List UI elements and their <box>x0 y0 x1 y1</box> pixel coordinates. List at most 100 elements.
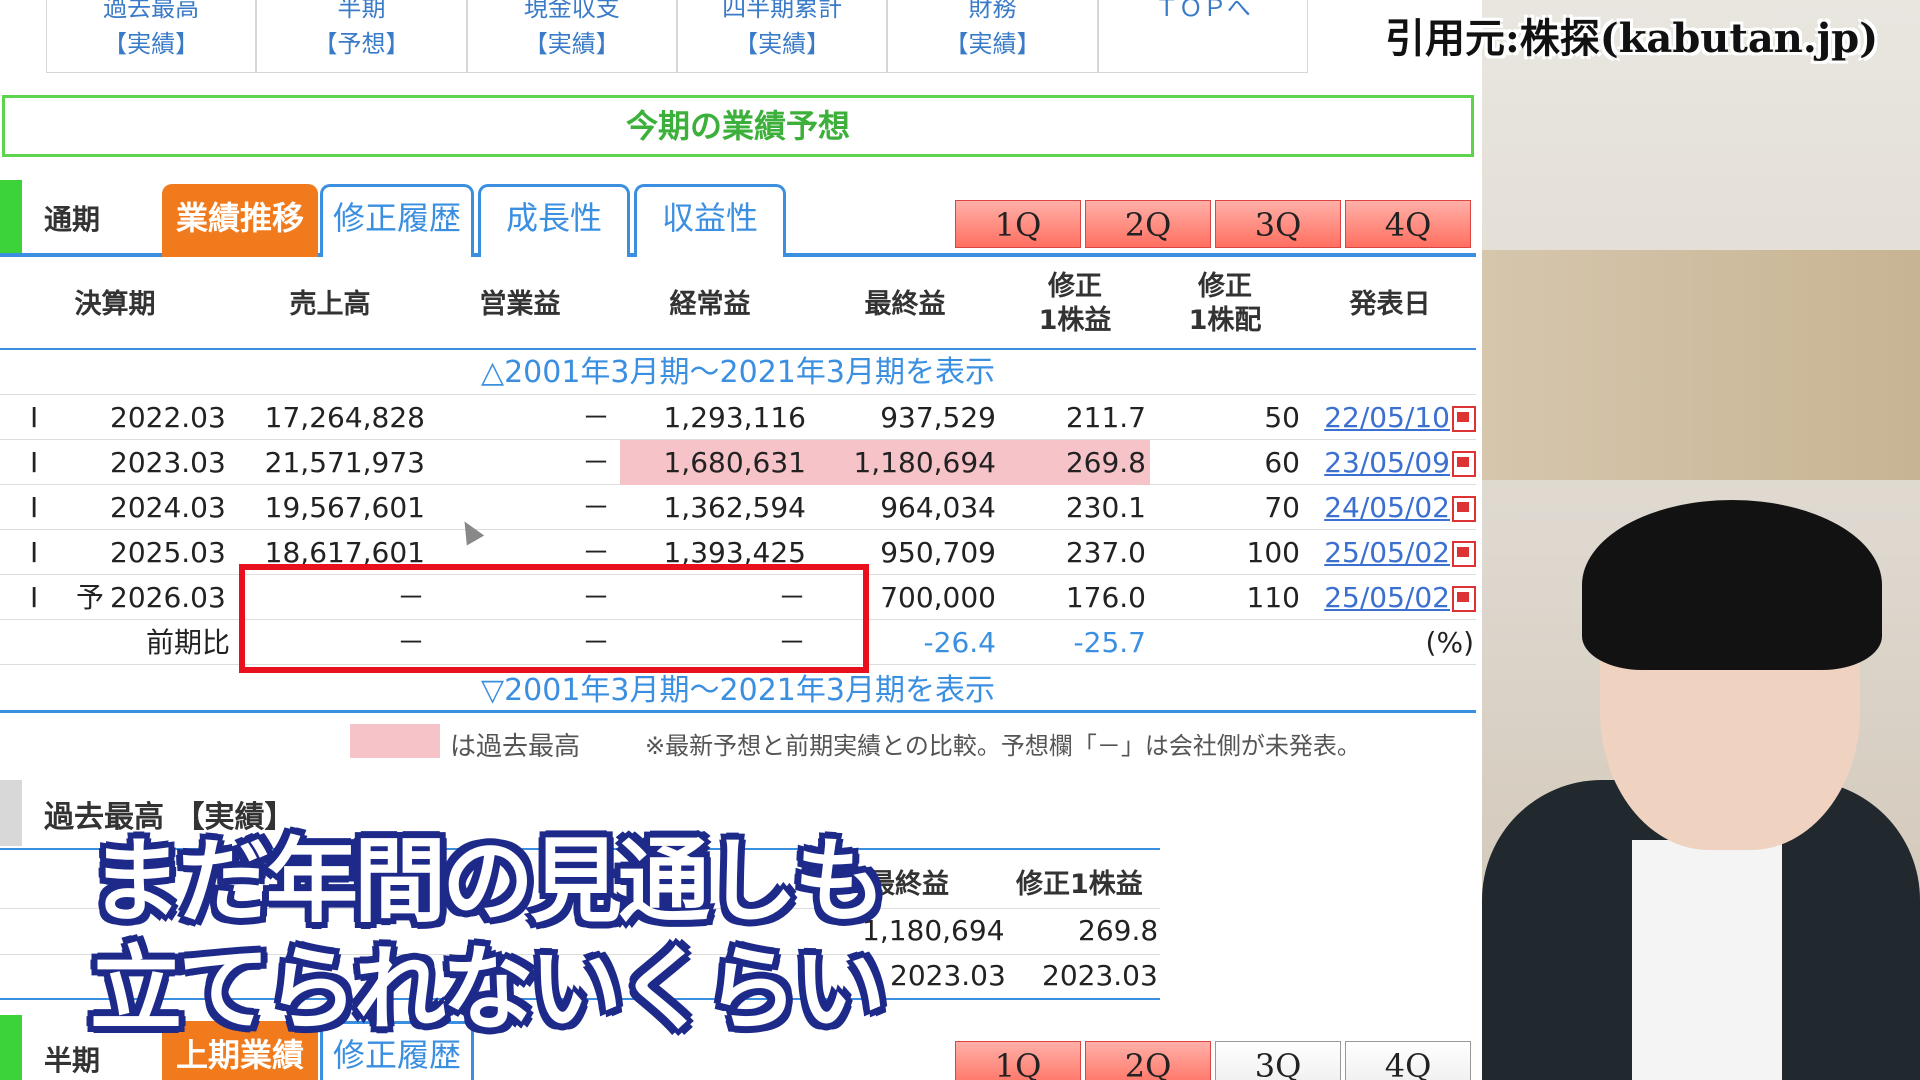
tab-performance-trend[interactable]: 業績推移 <box>162 184 318 257</box>
date-link[interactable]: 25/05/02 <box>1324 536 1450 569</box>
header-eps: 修正 1株益 <box>1038 271 1112 336</box>
row-dividend: 50 <box>1264 401 1300 434</box>
section-marker <box>0 780 22 846</box>
date-link[interactable]: 25/05/02 <box>1324 581 1450 614</box>
row-period: 2022.03 <box>110 401 226 434</box>
row-mark: I <box>30 446 39 479</box>
header-net: 最終益 <box>864 289 946 320</box>
forecast-mark: 予 <box>76 581 105 614</box>
quarter-button-3q[interactable]: 3Q <box>1215 200 1341 248</box>
half-quarter-1q[interactable]: 1Q <box>955 1041 1081 1080</box>
row-date: 25/05/02 <box>1318 575 1476 620</box>
half-quarter-4q[interactable]: 4Q <box>1345 1041 1471 1080</box>
half-label: 半期 <box>44 1044 101 1077</box>
row-date: 25/05/02 <box>1318 530 1476 575</box>
half-quarter-2q[interactable]: 2Q <box>1085 1041 1211 1080</box>
row-period: 2023.03 <box>110 446 226 479</box>
row-dividend: 60 <box>1264 446 1300 479</box>
nav-label: 現金収支 <box>523 0 620 22</box>
record-header-eps: 修正1株益 <box>1016 869 1143 900</box>
header-sales: 売上高 <box>289 289 371 320</box>
top-navigation: 過去最高【実績】 半期 【予想】 現金収支 【実績】 四半期累計【実績】 財務 【実績… <box>46 0 1308 73</box>
legend-text: は過去最高 <box>450 732 581 762</box>
date-link[interactable]: 23/05/09 <box>1324 446 1450 479</box>
nav-sublabel: 【実績】 <box>734 30 831 58</box>
nav-quarterly-actual[interactable]: 四半期累計 【実績】 <box>676 0 888 73</box>
row-net-record: 1,180,694 <box>810 440 1000 485</box>
source-caption: 引用元:株探(kabutan.jp) <box>1385 15 1879 62</box>
row-dividend: 70 <box>1264 491 1300 524</box>
nav-label: 財務 <box>968 0 1017 22</box>
row-ordinary: 1,293,116 <box>663 401 806 434</box>
header-ordinary: 経常益 <box>669 289 751 320</box>
nav-label: ＴＯＰへ <box>1154 0 1251 22</box>
nav-sublabel: 【予想】 <box>313 30 410 58</box>
nav-top[interactable]: ＴＯＰへ <box>1097 0 1308 73</box>
record-swatch <box>350 724 440 758</box>
row-period: 2025.03 <box>110 536 226 569</box>
pdf-icon[interactable] <box>1452 586 1476 612</box>
row-net: 937,529 <box>880 401 996 434</box>
section-marker <box>0 180 22 253</box>
pdf-icon[interactable] <box>1452 496 1476 522</box>
row-mark: I <box>30 401 39 434</box>
tab-growth[interactable]: 成長性 <box>478 184 630 257</box>
record-net-period: 2023.03 <box>890 959 1006 992</box>
presenter-hair <box>1582 500 1882 670</box>
screenshot: { "source_label": "引用元:株探(kabutan.jp)", … <box>0 0 1920 1080</box>
presenter-video <box>1482 0 1920 1080</box>
header-dividend: 修正 1株配 <box>1188 271 1262 336</box>
row-operating: － <box>581 446 610 479</box>
nav-record-actual[interactable]: 過去最高 【実績】 <box>46 0 257 73</box>
row-sales: 19,567,601 <box>264 491 425 524</box>
quarter-button-1q[interactable]: 1Q <box>955 200 1081 248</box>
row-eps: 176.0 <box>1065 581 1146 614</box>
quarter-button-2q[interactable]: 2Q <box>1085 200 1211 248</box>
legend-note: ※最新予想と前期実績との比較。予想欄「－」は会社側が未発表。 <box>645 732 1361 760</box>
section-title: 今期の業績予想 <box>2 95 1474 157</box>
row-dividend: 110 <box>1246 581 1300 614</box>
nav-finance-actual[interactable]: 財務 【実績】 <box>887 0 1098 73</box>
presenter-shirt <box>1632 840 1782 1080</box>
date-link[interactable]: 22/05/10 <box>1324 401 1450 434</box>
nav-half-forecast[interactable]: 半期 【予想】 <box>256 0 467 73</box>
row-mark: I <box>30 581 39 614</box>
show-older-bottom[interactable]: ▽2001年3月期～2021年3月期を表示 <box>0 668 1476 713</box>
record-eps-period: 2023.03 <box>1042 959 1158 992</box>
nav-label: 過去最高 <box>103 0 200 22</box>
highlight-box <box>239 564 869 673</box>
table-row: I 2024.03 19,567,601 － 1,362,594 964,034… <box>0 485 1476 530</box>
row-period: 2026.03 <box>110 581 226 614</box>
record-net-value: 1,180,694 <box>862 914 1005 947</box>
date-link[interactable]: 24/05/02 <box>1324 491 1450 524</box>
ratio-label: 前期比 <box>145 626 230 659</box>
row-ordinary: 1,362,594 <box>663 491 806 524</box>
row-dividend: 100 <box>1246 536 1300 569</box>
pdf-icon[interactable] <box>1452 406 1476 432</box>
show-older-top[interactable]: △2001年3月期～2021年3月期を表示 <box>0 350 1476 395</box>
pdf-icon[interactable] <box>1452 541 1476 567</box>
ratio-eps: -25.7 <box>1073 626 1146 659</box>
section-marker <box>0 1015 22 1080</box>
row-net: 964,034 <box>880 491 996 524</box>
tab-revision-history[interactable]: 修正履歴 <box>320 184 474 257</box>
pdf-icon[interactable] <box>1452 451 1476 477</box>
half-quarter-3q[interactable]: 3Q <box>1215 1041 1341 1080</box>
row-sales: 17,264,828 <box>264 401 425 434</box>
ratio-unit: (%) <box>1425 626 1474 659</box>
record-eps-value: 269.8 <box>1078 914 1159 947</box>
tab-profitability[interactable]: 収益性 <box>634 184 786 257</box>
nav-label: 四半期累計 <box>722 0 843 22</box>
background-shelf <box>1482 250 1920 480</box>
header-operating: 営業益 <box>479 289 561 320</box>
subtitle-line-1: まだ年間の見通しも <box>90 828 886 935</box>
row-operating: － <box>581 491 610 524</box>
quarter-button-4q[interactable]: 4Q <box>1345 200 1471 248</box>
row-sales: 21,571,973 <box>264 446 425 479</box>
subtitle-line-2: 立てられないくらい <box>90 936 886 1043</box>
row-eps-record: 269.8 <box>1000 440 1150 485</box>
row-mark: I <box>30 536 39 569</box>
header-date: 発表日 <box>1349 289 1431 320</box>
nav-sublabel: 【実績】 <box>103 30 200 58</box>
nav-cashflow-actual[interactable]: 現金収支 【実績】 <box>466 0 677 73</box>
